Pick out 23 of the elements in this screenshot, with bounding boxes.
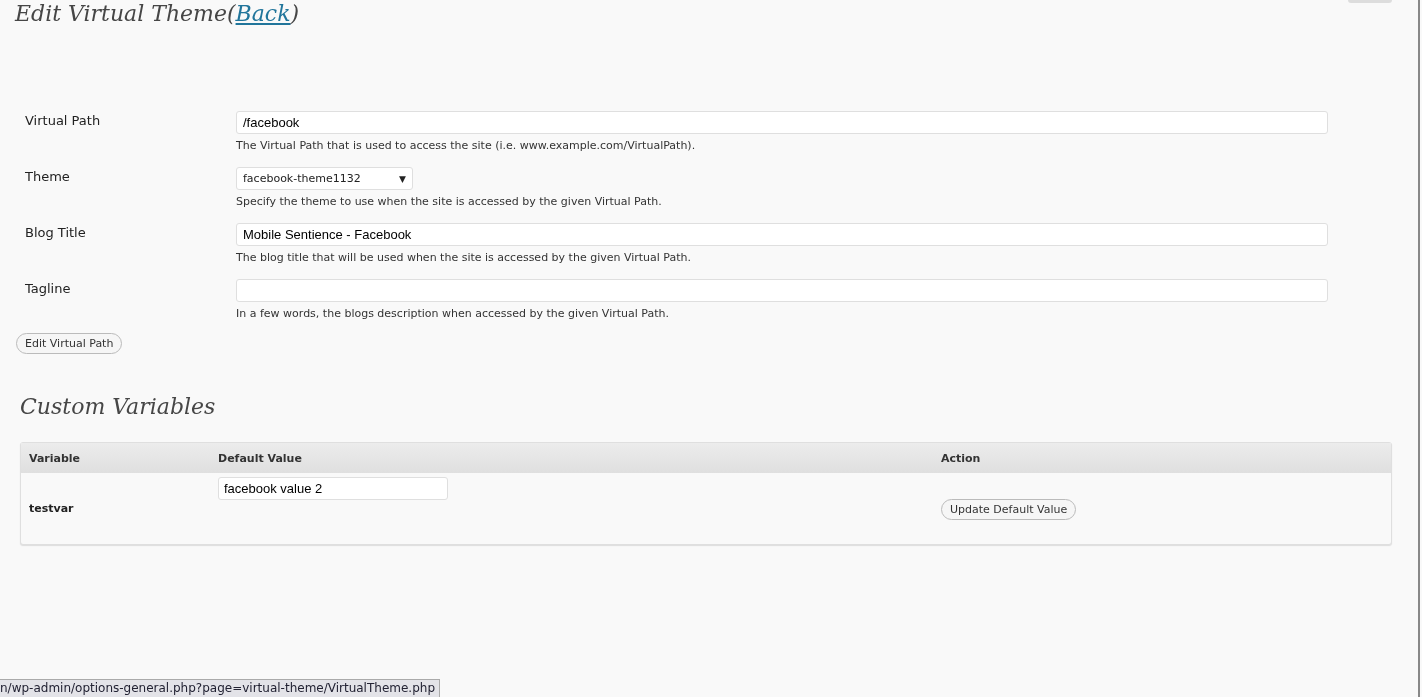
column-header: Variable [29, 451, 82, 465]
column-header: Action [941, 451, 982, 465]
status-bar-url: n/wp-admin/options-general.php?page=virtual-theme/VirtualTheme.php [0, 679, 440, 697]
field-description: In a few words, the blogs description when accessed by the given Virtual Path. [236, 307, 670, 320]
update-default-value-button[interactable]: Update Default Value [941, 498, 1077, 520]
field-description: The blog title that will be used when the site is accessed by the given Virtual Path. [236, 251, 693, 264]
input-field[interactable]: /facebook [236, 111, 1328, 134]
field-label: Blog Title [24, 224, 87, 242]
field-description: Specify the theme to use when the site is accessed by the given Virtual Path. [236, 195, 662, 208]
input-field[interactable] [236, 279, 1328, 302]
field-label: Virtual Path [24, 112, 102, 130]
back-link[interactable]: Back [235, 1, 291, 26]
theme-select[interactable]: facebook-theme1132 ▼ [236, 167, 413, 190]
edit-virtual-path-button[interactable]: Edit Virtual Path [16, 333, 123, 354]
section-title: Custom Variables [20, 394, 217, 419]
field-label: Theme [24, 168, 71, 186]
column-header: Default Value [218, 451, 303, 465]
input-field[interactable]: Mobile Sentience - Facebook [236, 223, 1328, 246]
field-description: The Virtual Path that is used to access the site (i.e. www.example.com/VirtualPath). [236, 139, 697, 152]
page-title: Edit Virtual Theme(Back) [15, 0, 300, 28]
default-value-field[interactable]: facebook value 2 [218, 477, 448, 500]
field-label: Tagline [24, 280, 72, 298]
variable-name: testvar [29, 502, 75, 515]
